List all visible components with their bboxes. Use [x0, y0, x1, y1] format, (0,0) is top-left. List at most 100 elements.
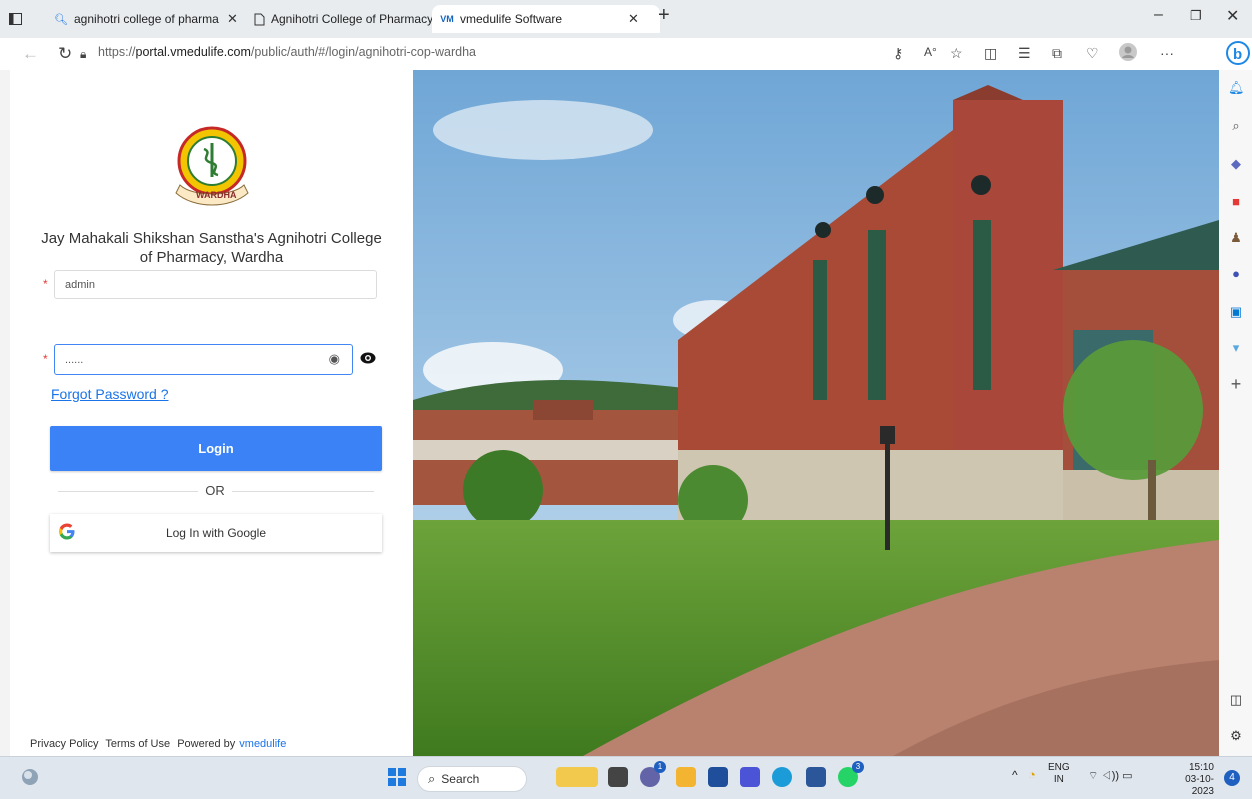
lock-icon[interactable]: 🔒︎ — [80, 47, 86, 62]
edge-browser-icon[interactable] — [772, 767, 792, 787]
bell-icon[interactable]: 🔔︎ — [1228, 80, 1245, 96]
edge-sidebar: 🔔︎ ⌕ ◆ ■ ♟ ● ▣ ▾ + ◫ ⚙ — [1219, 70, 1252, 756]
hide-sidebar-icon[interactable]: ◫ — [1228, 692, 1244, 708]
microsoft-365-icon[interactable]: ● — [1228, 266, 1244, 282]
close-window-icon[interactable]: ✕ — [1226, 6, 1239, 26]
notification-badge[interactable]: 4 — [1224, 770, 1240, 786]
password-field[interactable]: ...... ◉ — [54, 344, 353, 375]
tools-briefcase-icon[interactable]: ■ — [1228, 194, 1244, 210]
required-marker: * — [43, 352, 48, 366]
language-indicator[interactable]: ENG IN — [1048, 762, 1070, 786]
url-path: /public/auth/#/login/agnihotri-cop-wardh… — [250, 45, 476, 59]
profile-avatar[interactable] — [1118, 42, 1138, 65]
vm-icon: VM — [440, 14, 454, 24]
tab-search-result[interactable]: 🔍︎ agnihotri college of pharmacy w ✕ — [44, 5, 249, 33]
start-windows-icon[interactable] — [388, 768, 406, 791]
address-bar-row: ← ↻ 🔒︎ https://portal.vmedulife.com/publ… — [0, 38, 1252, 70]
drop-icon[interactable]: ▾ — [1228, 340, 1244, 356]
back-icon[interactable]: ← — [22, 44, 39, 64]
read-aloud-icon[interactable]: A° — [924, 45, 937, 59]
clock[interactable]: 15:10 03-10-2023 — [1170, 762, 1214, 798]
footer: Privacy Policy Terms of Use Powered by vm… — [30, 738, 290, 750]
browser-tab-bar: 🔍︎ agnihotri college of pharmacy w ✕ Agn… — [0, 0, 1252, 38]
tab-label: agnihotri college of pharmacy w — [74, 12, 219, 26]
divider-line — [58, 491, 198, 492]
vmedulife-link[interactable]: vmedulife — [239, 738, 286, 750]
tab-label: vmedulife Software — [460, 12, 563, 26]
taskbar-search[interactable]: ⌕ Search — [417, 766, 527, 792]
windows-taskbar: ⌕ Search 1 3 ^ ◔ ENG IN ⌔ ◁)) ▭ 15:10 03… — [0, 756, 1252, 799]
close-tab-icon[interactable]: ✕ — [628, 11, 639, 27]
lang-line2: IN — [1053, 774, 1064, 785]
clock-time: 15:10 — [1188, 762, 1214, 773]
terms-of-use-link[interactable]: Terms of Use — [105, 738, 170, 750]
add-sidebar-app-icon[interactable]: + — [1228, 375, 1244, 393]
tab-agnihotri-college[interactable]: Agnihotri College of Pharmacy ✕ — [248, 5, 458, 33]
google-login-label: Log In with Google — [165, 526, 267, 540]
network-warning-icon[interactable]: ◔ — [1028, 767, 1036, 782]
taskbar-search-label: Search — [441, 772, 480, 786]
login-panel: WARDHA Jay Mahakali Shikshan Sanstha's A… — [10, 70, 413, 756]
search-icon: 🔍︎ — [54, 13, 68, 26]
forgot-password-link[interactable]: Forgot Password ? — [51, 386, 169, 402]
collections-icon[interactable]: ⧉ — [1052, 45, 1062, 62]
campus-photo — [413, 70, 1219, 756]
settings-gear-icon[interactable]: ⚙ — [1228, 728, 1244, 744]
or-divider: OR — [50, 483, 382, 501]
show-password-eye-icon[interactable] — [360, 351, 376, 369]
google-login-button[interactable]: Log In with Google — [50, 514, 382, 552]
store-icon[interactable] — [708, 767, 728, 787]
url-prefix: https:// — [98, 45, 136, 59]
divider-line — [232, 491, 374, 492]
weather-icon[interactable] — [20, 767, 40, 792]
login-button[interactable]: Login — [50, 426, 382, 471]
lang-line1: ENG — [1048, 762, 1070, 773]
clock-date: 03-10-2023 — [1185, 774, 1214, 797]
username-value: admin — [65, 278, 95, 291]
username-field[interactable]: admin — [54, 270, 377, 299]
tab-actions-icon — [8, 12, 22, 26]
restore-icon[interactable]: ❐ — [1190, 8, 1202, 24]
password-reveal-icon[interactable]: ◉ — [329, 351, 340, 367]
favorite-star-icon[interactable]: ☆ — [950, 45, 963, 62]
widgets-flowers-icon[interactable] — [556, 767, 598, 787]
favorites-icon[interactable]: ☰ — [1018, 45, 1031, 62]
shopping-tag-icon[interactable]: ◆ — [1228, 156, 1244, 172]
word-icon[interactable] — [806, 767, 826, 787]
password-value: ...... — [65, 353, 84, 366]
svg-text:WARDHA: WARDHA — [196, 190, 237, 200]
bing-copilot-icon[interactable]: b — [1226, 40, 1250, 69]
task-view-icon[interactable] — [608, 767, 628, 787]
college-logo: WARDHA — [168, 123, 256, 211]
powered-by-label: Powered by — [177, 738, 236, 750]
url-field[interactable]: https://portal.vmedulife.com/public/auth… — [98, 45, 476, 59]
or-label: OR — [205, 483, 225, 498]
close-tab-icon[interactable]: ✕ — [227, 11, 238, 27]
svg-text:b: b — [1233, 46, 1242, 63]
new-tab-icon[interactable]: + — [658, 4, 670, 27]
tab-label: Agnihotri College of Pharmacy — [271, 12, 434, 26]
search-icon: ⌕ — [428, 771, 436, 786]
password-key-icon[interactable]: ⚷ — [893, 45, 903, 62]
college-name: Jay Mahakali Shikshan Sanstha's Agnihotr… — [41, 230, 382, 266]
vscode-like-app-icon[interactable] — [740, 767, 760, 787]
tab-actions-button[interactable] — [8, 5, 28, 33]
heart-rate-icon[interactable]: ♡ — [1086, 45, 1099, 62]
file-explorer-icon[interactable] — [676, 767, 696, 787]
wifi-volume-battery-icons[interactable]: ⌔ ◁)) ▭ — [1088, 769, 1133, 783]
teams-badge: 1 — [654, 761, 666, 773]
split-screen-icon[interactable]: ◫ — [984, 45, 997, 62]
minimize-icon[interactable]: – — [1154, 6, 1163, 24]
whatsapp-badge: 3 — [852, 761, 864, 773]
search-icon[interactable]: ⌕ — [1228, 118, 1244, 134]
outlook-icon[interactable]: ▣ — [1228, 304, 1244, 320]
required-marker: * — [43, 277, 48, 291]
games-icon[interactable]: ♟ — [1228, 230, 1244, 246]
privacy-policy-link[interactable]: Privacy Policy — [30, 738, 98, 750]
url-domain: portal.vmedulife.com — [135, 45, 251, 59]
tab-vmedulife[interactable]: VM vmedulife Software ✕ — [432, 5, 660, 33]
refresh-icon[interactable]: ↻ — [58, 44, 72, 64]
show-hidden-icons[interactable]: ^ — [1012, 768, 1018, 782]
more-menu-icon[interactable]: ··· — [1160, 45, 1174, 61]
page-icon — [254, 12, 265, 26]
